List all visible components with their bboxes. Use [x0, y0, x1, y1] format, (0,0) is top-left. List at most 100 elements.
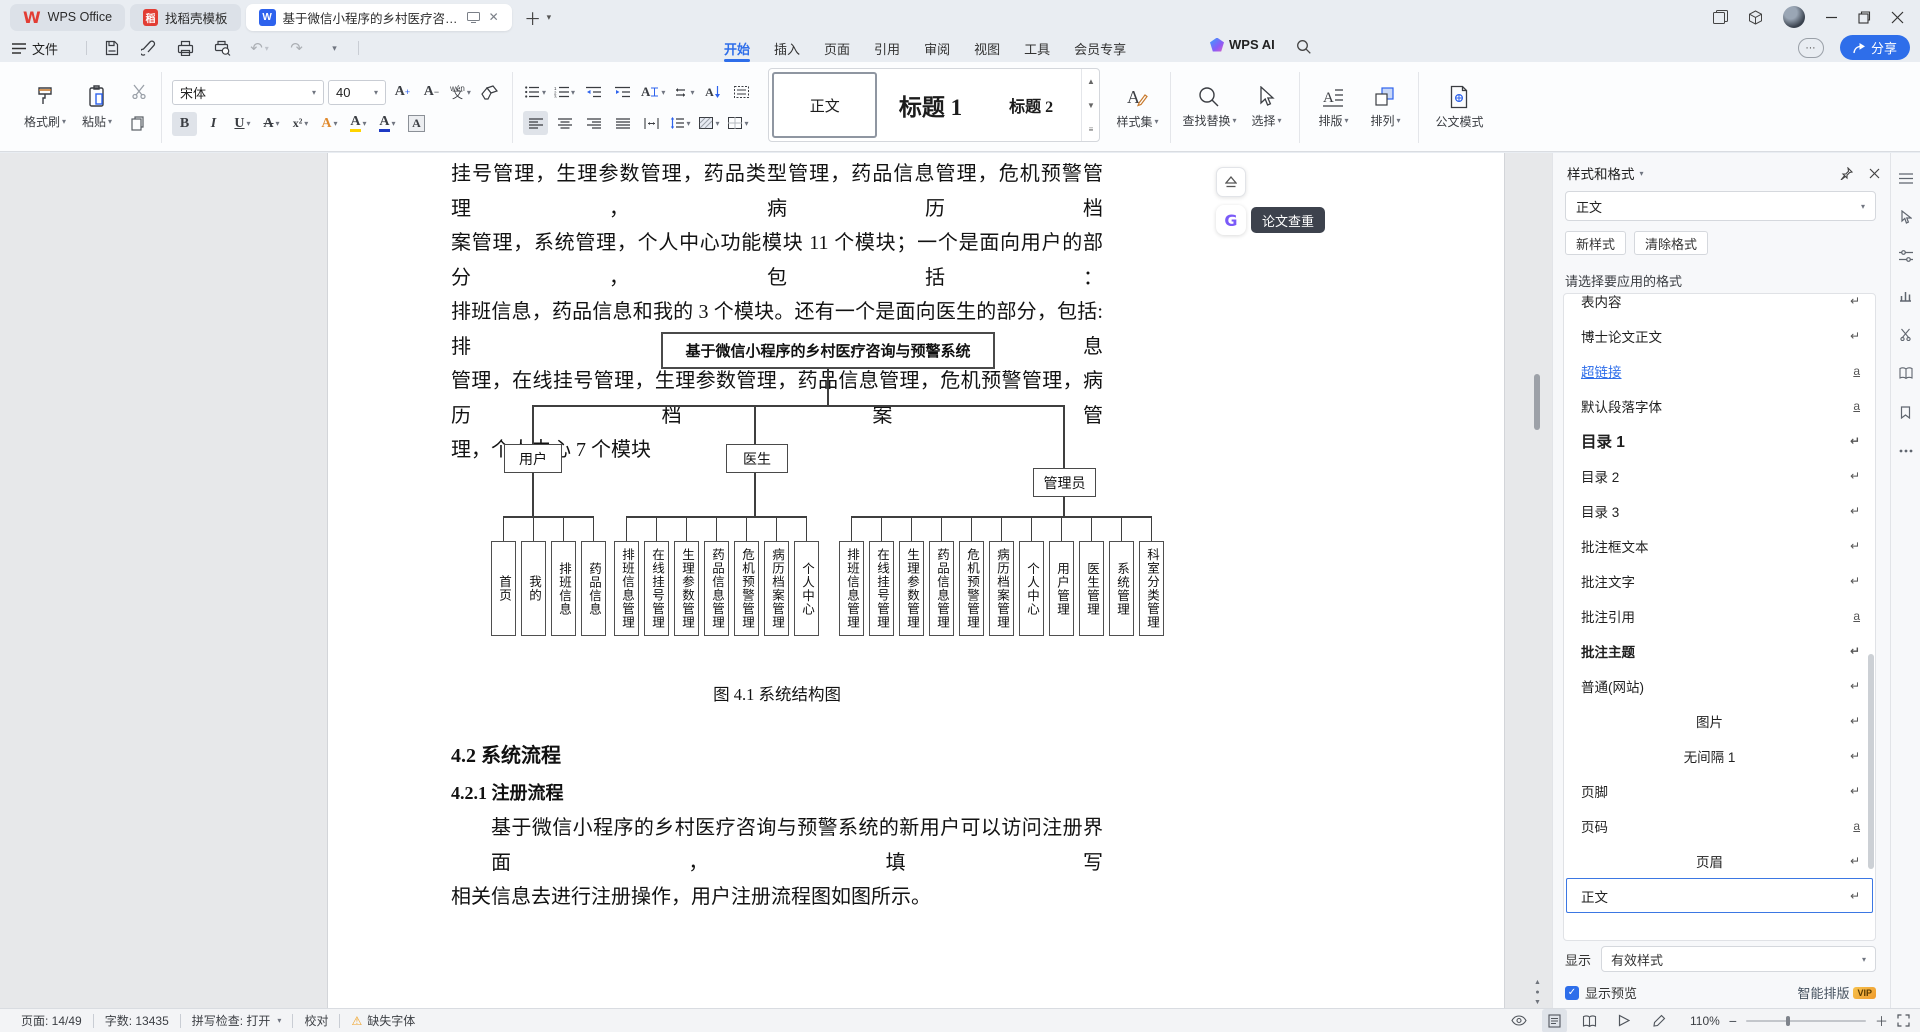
- typeset-button[interactable]: A 排版▾: [1310, 72, 1356, 144]
- style-heading-1[interactable]: 标题 1: [880, 69, 981, 141]
- display-filter-select[interactable]: 有效样式▾: [1601, 946, 1876, 972]
- style-heading-2[interactable]: 标题 2: [981, 69, 1082, 141]
- align-center-button[interactable]: [552, 111, 577, 135]
- missing-font-warning[interactable]: ⚠ 缺失字体: [340, 1012, 426, 1029]
- style-item[interactable]: 页眉↵: [1566, 843, 1873, 878]
- superscript-button[interactable]: x²▾: [288, 112, 313, 136]
- panel-title-dropdown[interactable]: ▾: [1640, 169, 1644, 178]
- side-cut-button[interactable]: [1895, 323, 1917, 345]
- font-name-select[interactable]: 宋体▾: [172, 80, 324, 105]
- tab-list-dropdown[interactable]: ▾: [547, 12, 552, 23]
- style-item[interactable]: 批注框文本↵: [1566, 528, 1873, 563]
- style-set-button[interactable]: A 样式集▾: [1114, 72, 1160, 144]
- phonetic-guide-button[interactable]: wén文▾: [448, 80, 473, 104]
- previous-page-button[interactable]: ▲: [1534, 979, 1541, 986]
- ribbon-tab-view[interactable]: 视图: [962, 34, 1012, 62]
- style-item[interactable]: 无间隔 1↵: [1566, 738, 1873, 773]
- style-item[interactable]: 批注引用a: [1566, 598, 1873, 633]
- align-left-button[interactable]: [523, 111, 548, 135]
- ribbon-tab-home[interactable]: 开始: [712, 34, 762, 62]
- style-item[interactable]: 批注主题↵: [1566, 633, 1873, 668]
- side-more-button[interactable]: [1895, 440, 1917, 462]
- side-bookmark-button[interactable]: [1895, 401, 1917, 423]
- style-list-scrollbar[interactable]: [1868, 654, 1874, 869]
- ink-annotation-icon[interactable]: [1647, 1009, 1672, 1032]
- style-item[interactable]: 普通(网站)↵: [1566, 668, 1873, 703]
- paper-check-widget[interactable]: G 论文查重: [1216, 205, 1325, 235]
- side-select-button[interactable]: [1895, 206, 1917, 228]
- clear-format-panel-button[interactable]: 清除格式: [1634, 231, 1708, 255]
- bold-button[interactable]: B: [172, 112, 197, 136]
- text-direction-button[interactable]: ▾: [671, 80, 696, 104]
- zoom-slider[interactable]: [1746, 1020, 1866, 1022]
- new-style-button[interactable]: 新样式: [1565, 231, 1626, 255]
- copy-button[interactable]: [126, 112, 151, 136]
- official-mode-button[interactable]: 公文模式: [1429, 72, 1489, 144]
- browse-object-button[interactable]: ●: [1535, 989, 1539, 996]
- shading-button[interactable]: ▾: [697, 111, 722, 135]
- document-scrollbar[interactable]: ▲ ● ▼: [1533, 153, 1542, 1008]
- read-layout-view-icon[interactable]: [1577, 1009, 1602, 1032]
- decrease-indent-button[interactable]: [581, 80, 606, 104]
- font-color-button[interactable]: A▾: [375, 112, 400, 136]
- smart-typeset-button[interactable]: 智能排版 VIP: [1797, 983, 1876, 1002]
- gallery-up-button[interactable]: ▲: [1082, 69, 1099, 93]
- increase-indent-button[interactable]: [610, 80, 635, 104]
- zoom-level[interactable]: 110%: [1690, 1014, 1720, 1028]
- align-right-button[interactable]: [581, 111, 606, 135]
- current-style-select[interactable]: 正文▾: [1565, 191, 1876, 221]
- tab-overview-icon[interactable]: [1713, 10, 1728, 24]
- ribbon-tab-insert[interactable]: 插入: [762, 34, 812, 62]
- zoom-out-button[interactable]: −: [1729, 1013, 1737, 1029]
- style-item[interactable]: 批注文字↵: [1566, 563, 1873, 598]
- cut-button[interactable]: [126, 80, 151, 104]
- minimize-button[interactable]: [1825, 11, 1838, 24]
- side-book-button[interactable]: [1895, 362, 1917, 384]
- font-size-select[interactable]: 40▾: [328, 80, 386, 105]
- next-page-button[interactable]: ▼: [1534, 999, 1541, 1006]
- ribbon-tab-tools[interactable]: 工具: [1012, 34, 1062, 62]
- ribbon-tab-member[interactable]: 会员专享: [1062, 34, 1138, 62]
- restore-button[interactable]: [1858, 11, 1871, 24]
- increase-font-button[interactable]: A+: [390, 80, 415, 104]
- eye-protection-icon[interactable]: [1507, 1009, 1532, 1032]
- fullscreen-play-icon[interactable]: [1612, 1009, 1637, 1032]
- text-tool-button[interactable]: A▾: [639, 80, 667, 104]
- style-item[interactable]: 表内容↵: [1566, 293, 1873, 318]
- italic-button[interactable]: I: [201, 112, 226, 136]
- tab-wps-home[interactable]: W WPS Office: [10, 4, 125, 31]
- select-button[interactable]: 选择▾: [1243, 72, 1289, 144]
- style-item[interactable]: 目录 1↵: [1566, 423, 1873, 458]
- share-button[interactable]: 分享: [1840, 35, 1910, 60]
- tab-docer-templates[interactable]: 稻 找稻壳模板: [130, 4, 241, 31]
- style-item[interactable]: 超链接a: [1566, 353, 1873, 388]
- page-indicator[interactable]: 页面: 14/49: [10, 1012, 93, 1029]
- export-pdf-button[interactable]: [136, 36, 161, 60]
- line-spacing-button[interactable]: ▾: [668, 111, 693, 135]
- gallery-more-button[interactable]: ≡: [1082, 117, 1099, 141]
- side-chart-button[interactable]: [1895, 284, 1917, 306]
- sort-button[interactable]: A: [700, 80, 725, 104]
- word-count[interactable]: 字数: 13435: [94, 1012, 180, 1029]
- page-layout-view-icon[interactable]: [1542, 1009, 1567, 1032]
- style-item[interactable]: 博士论文正文↵: [1566, 318, 1873, 353]
- gallery-down-button[interactable]: ▼: [1082, 93, 1099, 117]
- file-menu-button[interactable]: 文件: [12, 36, 58, 60]
- distribute-button[interactable]: [639, 111, 664, 135]
- borders-button[interactable]: ▾: [726, 111, 751, 135]
- collapse-float-toolbar-button[interactable]: [1216, 167, 1246, 197]
- redo-button[interactable]: ↷: [284, 36, 309, 60]
- workspace-icon[interactable]: [1748, 10, 1763, 25]
- save-button[interactable]: [99, 36, 124, 60]
- clear-format-button[interactable]: [477, 80, 502, 104]
- user-avatar[interactable]: [1783, 6, 1805, 28]
- numbered-list-button[interactable]: 123▾: [552, 80, 577, 104]
- zoom-slider-thumb[interactable]: [1786, 1016, 1790, 1026]
- scrollbar-thumb[interactable]: [1534, 374, 1540, 430]
- arrange-button[interactable]: 排列▾: [1362, 72, 1408, 144]
- document-page[interactable]: 挂号管理，生理参数管理，药品类型管理，药品信息管理，危机预警管理，病历档 案管理…: [327, 153, 1505, 1008]
- bullet-list-button[interactable]: ▾: [523, 80, 548, 104]
- style-body-text[interactable]: 正文: [772, 72, 877, 138]
- style-item[interactable]: 目录 3↵: [1566, 493, 1873, 528]
- wps-ai-button[interactable]: WPS AI: [1210, 37, 1275, 52]
